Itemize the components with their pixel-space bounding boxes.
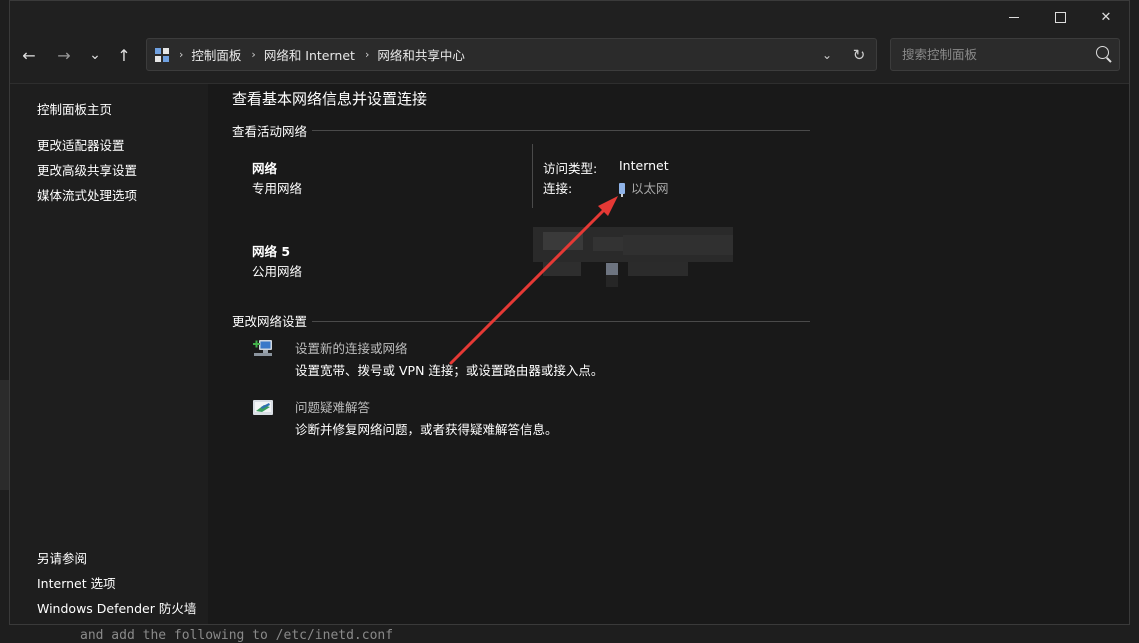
up-arrow-icon: ↑	[117, 45, 131, 65]
breadcrumb-separator: ›	[251, 48, 256, 61]
forward-button[interactable]: →	[50, 43, 78, 67]
sidebar-link-internet-options[interactable]: Internet 选项	[37, 573, 116, 592]
network-1-name: 网络	[252, 161, 278, 176]
setup-new-connection-desc: 设置宽带、拨号或 VPN 连接；或设置路由器或接入点。	[295, 363, 604, 378]
blurred-redacted-area	[533, 227, 733, 287]
control-panel-window: ✕ ← → ⌄ ↑ › 控制面板 › 网络和 Internet › 网络和共享中…	[9, 0, 1130, 625]
sidebar-link-media-streaming[interactable]: 媒体流式处理选项	[37, 185, 137, 204]
breadcrumb-control-panel[interactable]: 控制面板	[191, 45, 241, 64]
connection-ethernet-text: 以太网	[631, 181, 669, 196]
sidebar-link-advanced-sharing[interactable]: 更改高级共享设置	[37, 160, 137, 179]
section-divider	[312, 130, 810, 131]
connection-link[interactable]: 以太网	[619, 178, 669, 197]
address-dropdown-icon[interactable]: ⌄	[812, 48, 842, 62]
section-divider	[312, 321, 810, 322]
page-title: 查看基本网络信息并设置连接	[232, 90, 428, 108]
connection-label: 连接:	[543, 181, 573, 196]
minimize-button[interactable]	[991, 1, 1037, 33]
breadcrumb-separator: ›	[179, 48, 184, 61]
sidebar-link-adapter-settings[interactable]: 更改适配器设置	[37, 135, 125, 154]
main-content: 查看基本网络信息并设置连接 查看活动网络 网络 专用网络 访问类型: Inter…	[208, 84, 1129, 624]
ethernet-icon	[619, 183, 625, 197]
search-icon[interactable]	[1096, 46, 1109, 59]
troubleshoot-desc: 诊断并修复网络问题，或者获得疑难解答信息。	[295, 422, 558, 437]
search-box[interactable]	[890, 38, 1120, 71]
network-2-type: 公用网络	[252, 264, 303, 279]
title-bar: ✕	[10, 1, 1129, 33]
troubleshoot-link[interactable]: 问题疑难解答	[295, 397, 370, 416]
breadcrumb-network-sharing-center[interactable]: 网络和共享中心	[377, 45, 465, 64]
maximize-button[interactable]	[1037, 1, 1083, 33]
chevron-down-icon: ⌄	[89, 47, 101, 63]
network-divider	[532, 144, 533, 208]
close-icon: ✕	[1100, 9, 1112, 25]
minimize-icon	[1009, 16, 1019, 18]
breadcrumb-separator: ›	[364, 48, 370, 61]
network-1-type: 专用网络	[252, 181, 303, 196]
up-button[interactable]: ↑	[110, 43, 138, 67]
change-settings-header: 更改网络设置	[232, 314, 308, 329]
back-button[interactable]: ←	[15, 43, 43, 67]
access-type-value: Internet	[619, 158, 669, 173]
navigation-bar: ← → ⌄ ↑ › 控制面板 › 网络和 Internet › 网络和共享中心 …	[10, 33, 1129, 84]
recent-locations-button[interactable]: ⌄	[81, 43, 109, 67]
close-button[interactable]: ✕	[1083, 1, 1129, 33]
breadcrumb-network-internet[interactable]: 网络和 Internet	[264, 45, 355, 64]
search-input[interactable]	[900, 46, 1084, 63]
sidebar-link-defender-firewall[interactable]: Windows Defender 防火墙	[37, 598, 196, 617]
address-bar[interactable]: › 控制面板 › 网络和 Internet › 网络和共享中心 ⌄ ↻	[146, 38, 877, 71]
setup-new-connection-link[interactable]: 设置新的连接或网络	[295, 338, 408, 357]
active-networks-header: 查看活动网络	[232, 124, 308, 139]
control-panel-icon	[155, 47, 169, 62]
refresh-icon[interactable]: ↻	[842, 46, 876, 64]
network-2-name: 网络 5	[252, 244, 291, 259]
see-also-title: 另请参阅	[37, 551, 88, 566]
forward-arrow-icon: →	[57, 45, 71, 65]
sidebar: 控制面板主页 更改适配器设置 更改高级共享设置 媒体流式处理选项 另请参阅 In…	[10, 84, 208, 624]
maximize-icon	[1054, 11, 1066, 23]
access-type-label: 访问类型:	[543, 161, 598, 176]
network-setup-icon	[253, 340, 272, 356]
troubleshoot-icon	[253, 400, 273, 415]
sidebar-link-control-panel-home[interactable]: 控制面板主页	[37, 99, 112, 118]
back-arrow-icon: ←	[22, 45, 36, 65]
